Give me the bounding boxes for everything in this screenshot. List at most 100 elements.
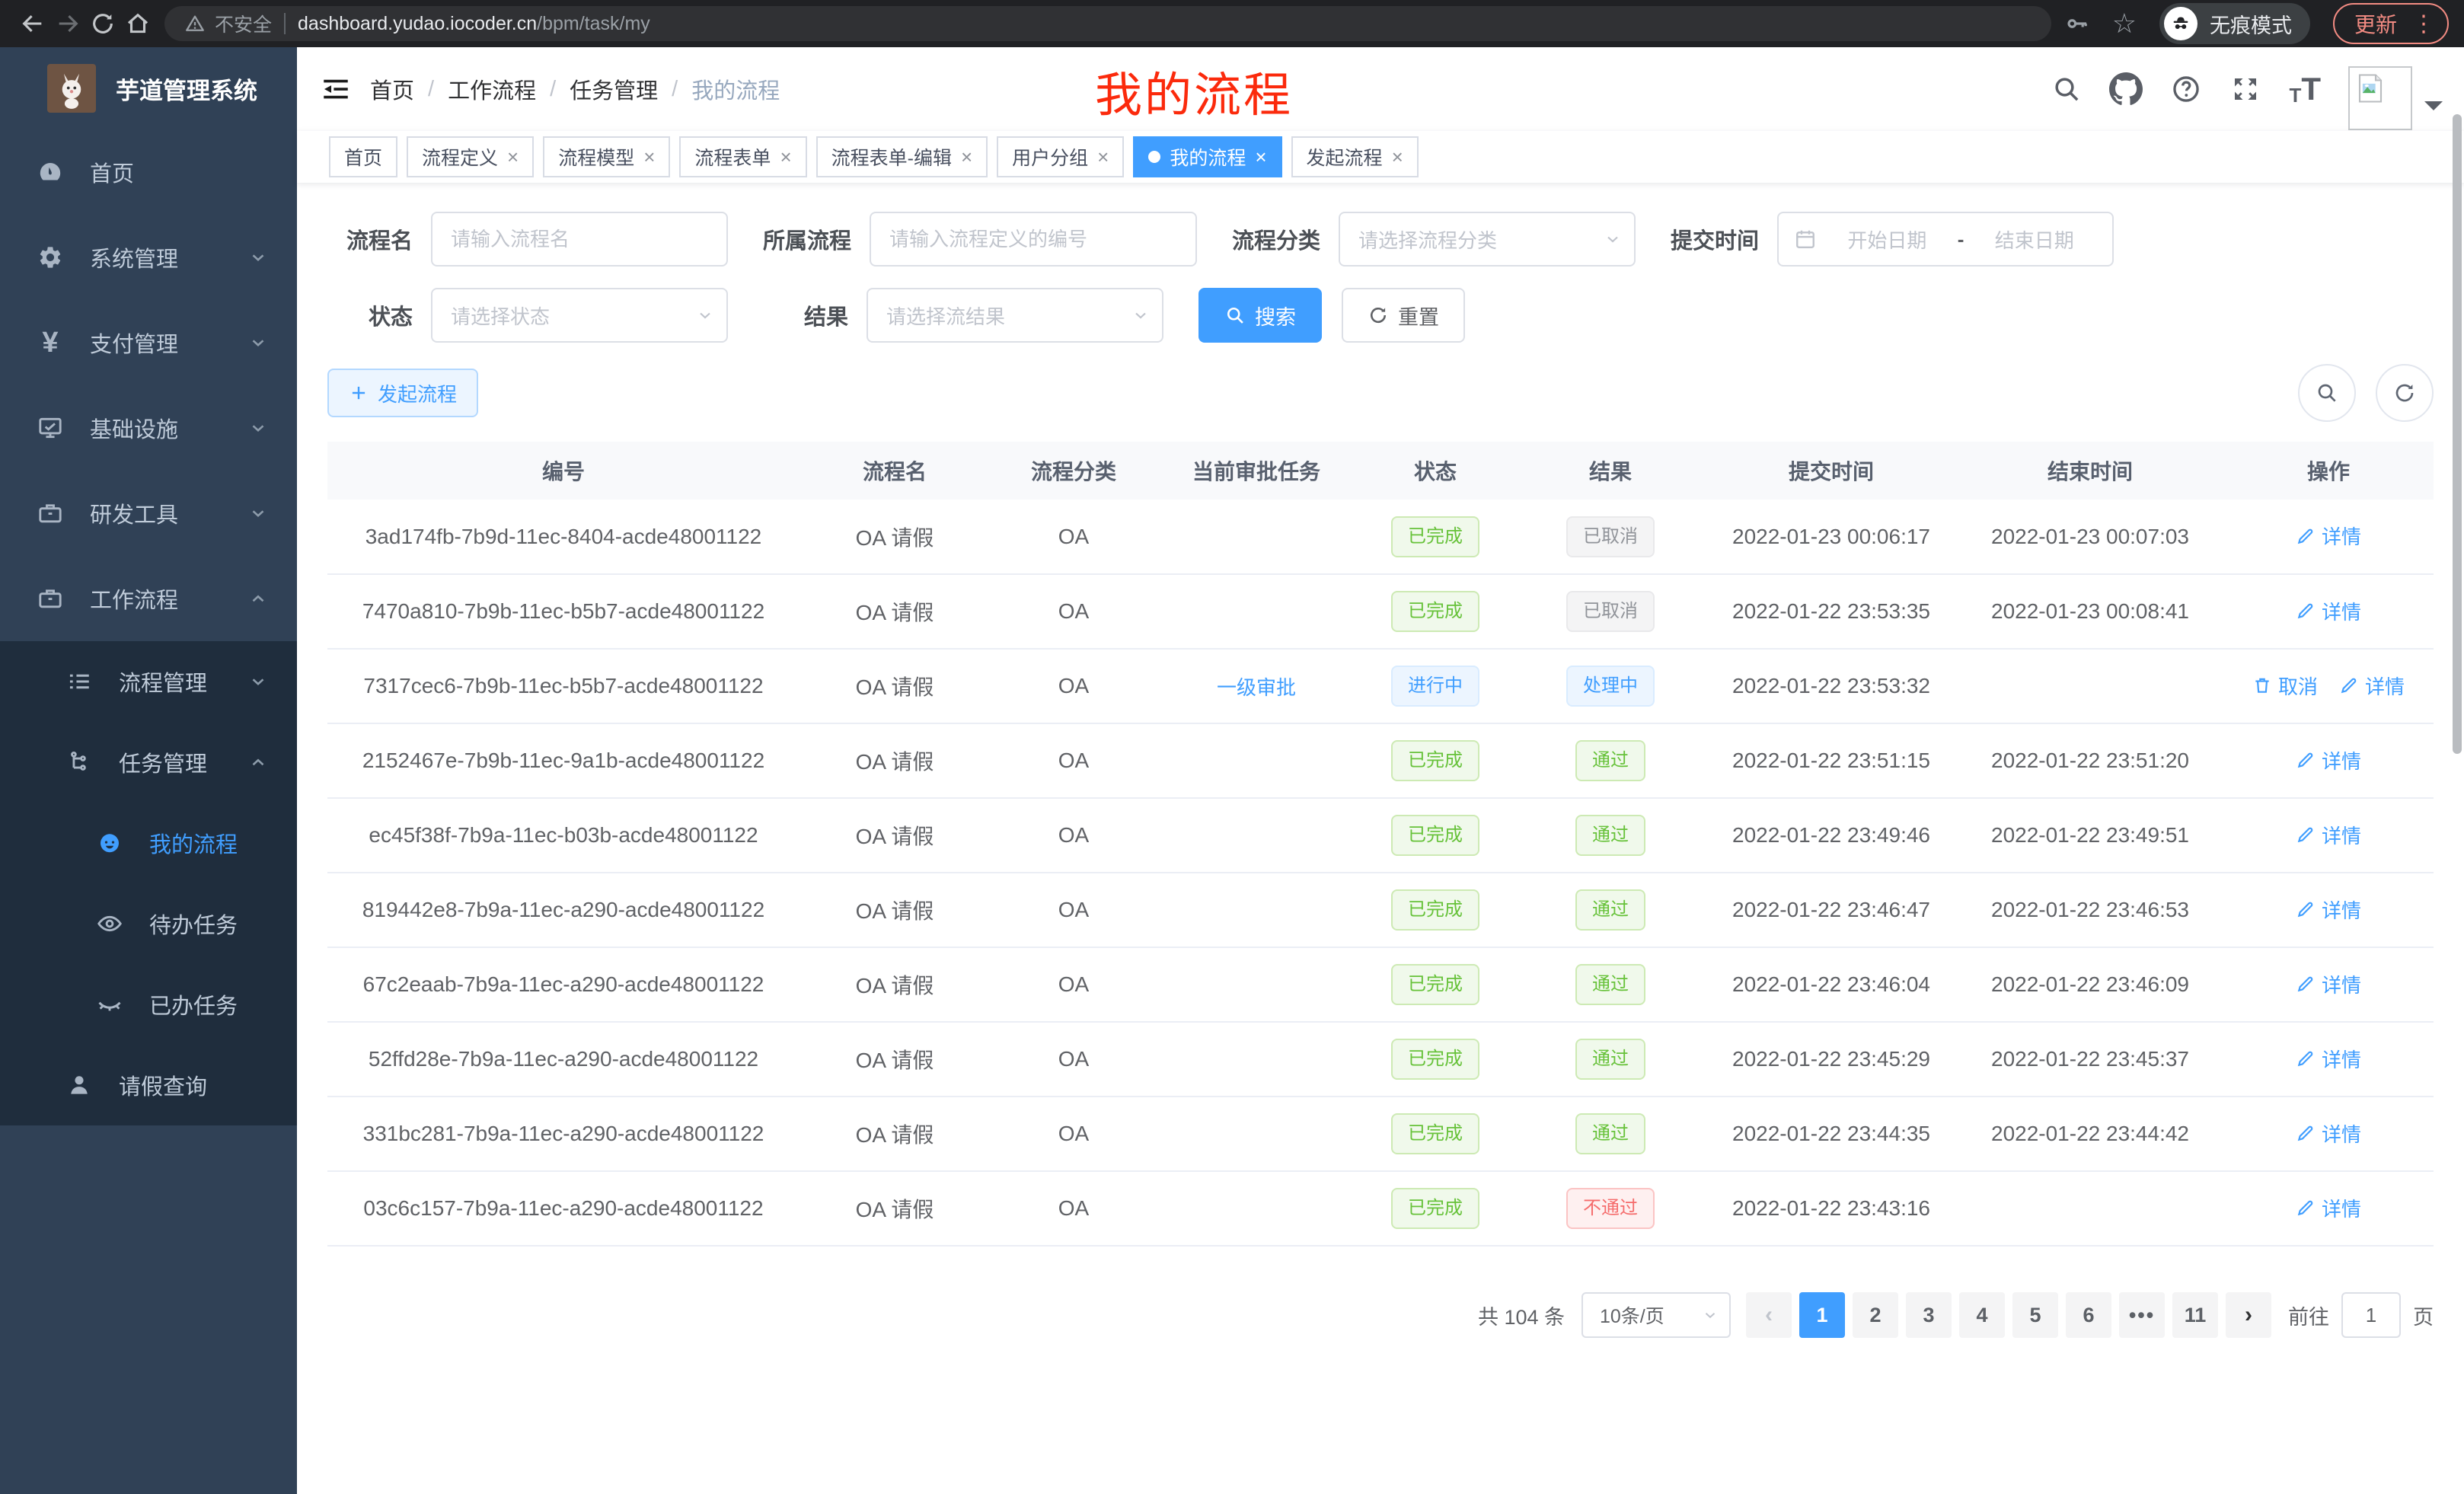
detail-link[interactable]: 详情 bbox=[2296, 522, 2361, 550]
close-icon[interactable]: × bbox=[643, 147, 655, 167]
tab-user-group[interactable]: 用户分组× bbox=[997, 136, 1124, 177]
sidebar-item-infrastructure[interactable]: 基础设施 bbox=[0, 385, 297, 471]
cancel-link[interactable]: 取消 bbox=[2252, 672, 2318, 700]
result-select[interactable]: 请选择流结果 bbox=[867, 288, 1163, 343]
status-select[interactable]: 请选择状态 bbox=[431, 288, 728, 343]
browser-menu-icon[interactable]: ⋮ bbox=[2412, 11, 2435, 37]
status-badge: 已完成 bbox=[1391, 889, 1479, 931]
category-select[interactable]: 请选择流程分类 bbox=[1339, 212, 1636, 267]
pagination-page-1[interactable]: 1 bbox=[1799, 1292, 1845, 1338]
tab-process-form-edit[interactable]: 流程表单-编辑× bbox=[816, 136, 988, 177]
detail-link[interactable]: 详情 bbox=[2296, 821, 2361, 849]
detail-link[interactable]: 详情 bbox=[2296, 1119, 2361, 1148]
start-process-button[interactable]: 发起流程 bbox=[327, 369, 478, 417]
sidebar-item-home[interactable]: 首页 bbox=[0, 129, 297, 215]
pagination-page-4[interactable]: 4 bbox=[1959, 1292, 2005, 1338]
cell-process-name: OA 请假 bbox=[800, 1171, 990, 1246]
tab-home[interactable]: 首页 bbox=[329, 136, 397, 177]
goto-page-input[interactable] bbox=[2341, 1292, 2401, 1338]
breadcrumb-task-management[interactable]: 任务管理 bbox=[570, 73, 658, 105]
process-name-input[interactable] bbox=[431, 212, 728, 267]
chevron-down-icon bbox=[1604, 230, 1622, 248]
dashboard-icon bbox=[35, 158, 65, 186]
pagination-page-6[interactable]: 6 bbox=[2066, 1292, 2111, 1338]
close-icon[interactable]: × bbox=[780, 147, 791, 167]
detail-link[interactable]: 详情 bbox=[2296, 746, 2361, 774]
tab-process-form[interactable]: 流程表单× bbox=[679, 136, 806, 177]
reset-button[interactable]: 重置 bbox=[1342, 288, 1465, 343]
cell-actions: 详情 bbox=[2223, 574, 2434, 649]
github-icon[interactable] bbox=[2109, 72, 2143, 106]
tab-my-process[interactable]: 我的流程× bbox=[1133, 136, 1281, 177]
bookmark-star-icon[interactable]: ☆ bbox=[2112, 10, 2137, 37]
tab-start-process[interactable]: 发起流程× bbox=[1291, 136, 1419, 177]
chevron-down-icon[interactable] bbox=[2424, 101, 2443, 120]
browser-reload-icon[interactable] bbox=[85, 6, 120, 41]
sidebar-item-todo-tasks[interactable]: 待办任务 bbox=[0, 883, 297, 964]
pagination-prev-icon[interactable]: ‹ bbox=[1746, 1292, 1792, 1338]
search-button[interactable]: 搜索 bbox=[1198, 288, 1322, 343]
detail-link[interactable]: 详情 bbox=[2296, 1045, 2361, 1073]
sidebar-item-leave-query[interactable]: 请假查询 bbox=[0, 1045, 297, 1125]
table-row: 03c6c157-7b9a-11ec-a290-acde48001122 OA … bbox=[327, 1171, 2434, 1246]
detail-link[interactable]: 详情 bbox=[2296, 895, 2361, 924]
pagination-goto: 前往 页 bbox=[2288, 1292, 2434, 1338]
tab-process-model[interactable]: 流程模型× bbox=[543, 136, 670, 177]
close-icon[interactable]: × bbox=[1097, 147, 1109, 167]
breadcrumb-workflow[interactable]: 工作流程 bbox=[448, 73, 536, 105]
pagination-page-5[interactable]: 5 bbox=[2012, 1292, 2058, 1338]
key-icon[interactable] bbox=[2065, 11, 2089, 36]
pagination-page-2[interactable]: 2 bbox=[1853, 1292, 1898, 1338]
sidebar-item-my-process[interactable]: 我的流程 bbox=[0, 803, 297, 883]
browser-update-button[interactable]: 更新 ⋮ bbox=[2333, 3, 2449, 44]
user-avatar[interactable] bbox=[2348, 48, 2443, 130]
current-task-link[interactable]: 一级审批 bbox=[1217, 672, 1296, 701]
pagination-ellipsis[interactable]: ••• bbox=[2119, 1292, 2165, 1338]
pagination-page-3[interactable]: 3 bbox=[1906, 1292, 1952, 1338]
sidebar-item-system[interactable]: 系统管理 bbox=[0, 215, 297, 300]
plus-icon bbox=[349, 383, 369, 403]
url-bar[interactable]: 不安全 dashboard.yudao.iocoder.cn/bpm/task/… bbox=[164, 6, 2051, 41]
security-warning[interactable]: 不安全 bbox=[184, 10, 272, 37]
sidebar-item-devtools[interactable]: 研发工具 bbox=[0, 471, 297, 556]
browser-forward-icon[interactable] bbox=[50, 6, 85, 41]
detail-link[interactable]: 详情 bbox=[2296, 1194, 2361, 1222]
close-icon[interactable]: × bbox=[961, 147, 972, 167]
close-icon[interactable]: × bbox=[507, 147, 519, 167]
sidebar-item-process-management[interactable]: 流程管理 bbox=[0, 641, 297, 722]
submit-time-range-picker[interactable]: 开始日期 - 结束日期 bbox=[1777, 212, 2114, 267]
pagination-next-icon[interactable]: › bbox=[2226, 1292, 2271, 1338]
result-badge: 通过 bbox=[1575, 1113, 1645, 1154]
detail-link[interactable]: 详情 bbox=[2296, 970, 2361, 998]
cell-actions: 详情 bbox=[2223, 1171, 2434, 1246]
fullscreen-icon[interactable] bbox=[2229, 73, 2261, 105]
parent-process-input[interactable] bbox=[870, 212, 1197, 267]
sidebar-item-payment[interactable]: ¥ 支付管理 bbox=[0, 300, 297, 385]
refresh-table-icon[interactable] bbox=[2376, 364, 2434, 422]
close-icon[interactable]: × bbox=[1392, 147, 1403, 167]
show-search-icon[interactable] bbox=[2298, 364, 2356, 422]
sidebar-item-task-management[interactable]: 任务管理 bbox=[0, 722, 297, 803]
cell-process-id: 03c6c157-7b9a-11ec-a290-acde48001122 bbox=[327, 1171, 800, 1246]
close-icon[interactable]: × bbox=[1255, 147, 1266, 167]
detail-link[interactable]: 详情 bbox=[2339, 672, 2405, 700]
pagination-page-11[interactable]: 11 bbox=[2172, 1292, 2218, 1338]
sidebar-item-workflow[interactable]: 工作流程 bbox=[0, 556, 297, 641]
cell-current-task bbox=[1157, 1097, 1355, 1171]
page-scrollbar[interactable] bbox=[2453, 114, 2462, 754]
cell-process-name: OA 请假 bbox=[800, 1022, 990, 1097]
cell-category: OA bbox=[990, 947, 1157, 1022]
browser-home-icon[interactable] bbox=[120, 6, 155, 41]
help-icon[interactable] bbox=[2170, 73, 2202, 105]
cell-submit-time: 2022-01-22 23:51:15 bbox=[1706, 723, 1957, 798]
sidebar-collapse-icon[interactable] bbox=[320, 73, 352, 105]
font-size-icon[interactable]: TT bbox=[2289, 73, 2321, 105]
detail-link[interactable]: 详情 bbox=[2296, 597, 2361, 625]
browser-back-icon[interactable] bbox=[15, 6, 50, 41]
cell-process-id: 52ffd28e-7b9a-11ec-a290-acde48001122 bbox=[327, 1022, 800, 1097]
tab-process-definition[interactable]: 流程定义× bbox=[407, 136, 534, 177]
search-icon[interactable] bbox=[2051, 74, 2082, 104]
page-size-select[interactable]: 10条/页 bbox=[1581, 1292, 1731, 1338]
sidebar-item-done-tasks[interactable]: 已办任务 bbox=[0, 964, 297, 1045]
breadcrumb-home[interactable]: 首页 bbox=[370, 73, 414, 105]
